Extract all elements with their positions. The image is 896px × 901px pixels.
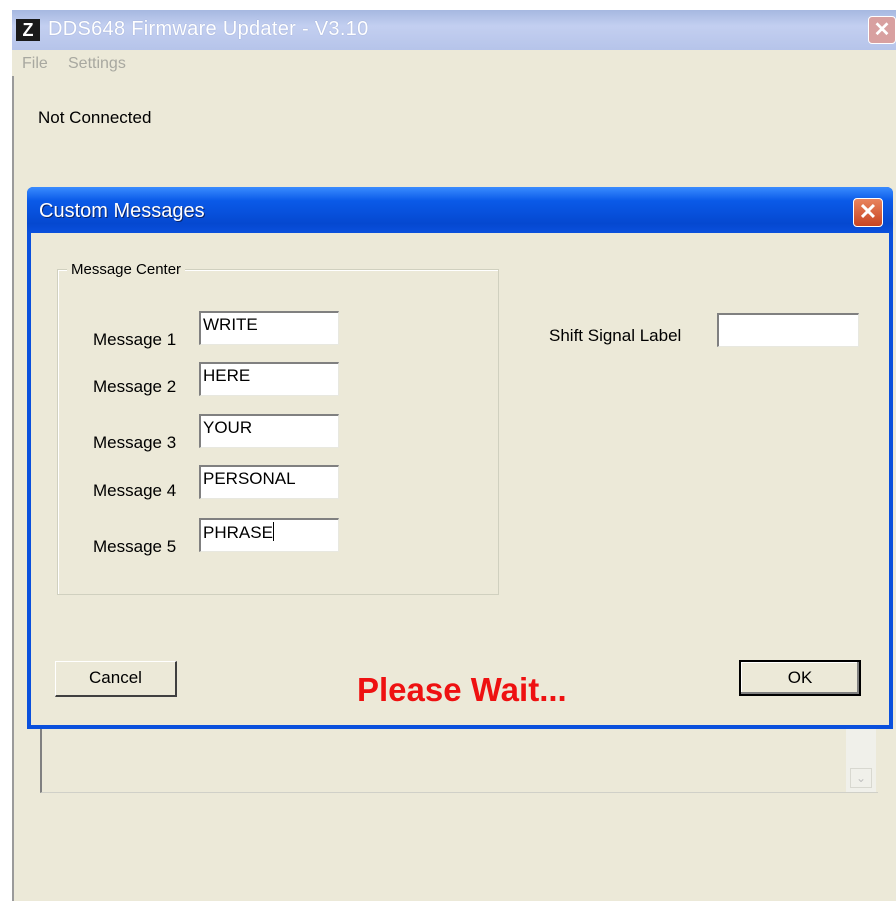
message-5-label: Message 5 xyxy=(93,537,177,556)
window-title: DDS648 Firmware Updater - V3.10 xyxy=(48,18,369,40)
menu-settings[interactable]: Settings xyxy=(68,55,126,73)
message-1-value: WRITE xyxy=(203,315,258,334)
cancel-button[interactable]: Cancel xyxy=(55,661,177,697)
message-center-title: Message Center xyxy=(67,261,186,278)
please-wait-text: Please Wait... xyxy=(357,671,567,708)
message-4-label: Message 4 xyxy=(93,481,177,500)
shift-signal-label: Shift Signal Label xyxy=(549,326,682,345)
message-3-input[interactable]: YOUR xyxy=(199,414,339,448)
ok-button[interactable]: OK xyxy=(739,660,861,696)
message-5-input[interactable]: PHRASE xyxy=(199,518,339,552)
log-area[interactable] xyxy=(40,728,878,793)
message-5-value: PHRASE xyxy=(203,523,273,542)
shift-signal-input[interactable] xyxy=(717,313,859,347)
message-1-label: Message 1 xyxy=(93,330,177,349)
window-left-border xyxy=(12,76,14,901)
menu-file[interactable]: File xyxy=(22,55,48,73)
close-icon: ✕ xyxy=(858,199,878,224)
scroll-down-arrow-icon[interactable]: ⌄ xyxy=(850,768,872,788)
menubar: File Settings xyxy=(12,52,896,76)
message-2-label: Message 2 xyxy=(93,377,177,396)
main-close-button[interactable]: ✕ xyxy=(868,16,896,44)
message-3-value: YOUR xyxy=(203,418,253,437)
dialog-title: Custom Messages xyxy=(39,200,205,222)
message-2-input[interactable]: HERE xyxy=(199,362,339,396)
dialog-close-button[interactable]: ✕ xyxy=(853,198,883,227)
message-2-value: HERE xyxy=(203,366,251,385)
custom-messages-dialog: Custom Messages ✕ Message Center Message… xyxy=(27,187,893,729)
message-4-value: PERSONAL xyxy=(203,469,296,488)
dialog-body: Message Center Message 1 WRITE Message 2… xyxy=(31,233,889,725)
main-titlebar[interactable]: Z DDS648 Firmware Updater - V3.10 ✕ xyxy=(12,10,896,50)
dialog-titlebar[interactable]: Custom Messages ✕ xyxy=(27,187,893,233)
app-logo-icon: Z xyxy=(16,19,40,41)
message-3-label: Message 3 xyxy=(93,433,177,452)
message-4-input[interactable]: PERSONAL xyxy=(199,465,339,499)
text-caret xyxy=(272,522,274,541)
close-icon: ✕ xyxy=(873,19,891,41)
connection-status: Not Connected xyxy=(38,108,152,127)
message-1-input[interactable]: WRITE xyxy=(199,311,339,345)
